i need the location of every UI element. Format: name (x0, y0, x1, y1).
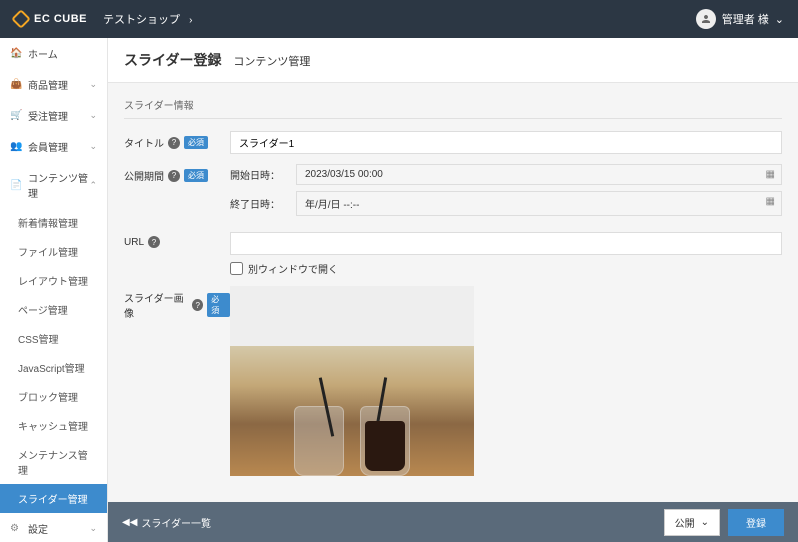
chevron-down-icon: ⌄ (775, 13, 784, 26)
sidebar-item-product[interactable]: 👜商品管理⌄ (0, 69, 107, 100)
cart-icon: 🛒 (10, 110, 22, 121)
user-menu[interactable]: 管理者 様 ⌄ (696, 9, 784, 29)
sidebar-sub-slider[interactable]: スライダー管理 (0, 484, 107, 513)
sidebar-sub-news[interactable]: 新着情報管理 (0, 208, 107, 237)
avatar-icon (696, 9, 716, 29)
start-date-label: 開始日時： (230, 167, 284, 182)
label-url: URL ? (124, 232, 230, 248)
sidebar-item-member[interactable]: 👥会員管理⌄ (0, 131, 107, 162)
required-badge: 必須 (184, 136, 208, 149)
end-date-input[interactable]: 年/月/日 --:--▦ (296, 191, 782, 216)
page-header: スライダー登録 コンテンツ管理 (108, 38, 798, 83)
help-icon[interactable]: ? (168, 170, 180, 182)
page-title: スライダー登録 コンテンツ管理 (124, 50, 782, 70)
chevron-down-icon: ⌄ (701, 517, 709, 528)
url-input[interactable] (230, 232, 782, 255)
sidebar-item-order[interactable]: 🛒受注管理⌄ (0, 100, 107, 131)
glass-illustration (360, 406, 410, 476)
bag-icon: 👜 (10, 79, 22, 90)
form-content: スライダー情報 タイトル ? 必須 公開期間 ? 必須 (108, 83, 798, 483)
main-panel: スライダー登録 コンテンツ管理 スライダー情報 タイトル ? 必須 公開期間 (108, 38, 798, 542)
label-publish: 公開期間 ? 必須 (124, 164, 230, 183)
chevron-right-icon: › (189, 15, 192, 26)
section-header: スライダー情報 (124, 97, 782, 119)
sidebar: 🏠ホーム 👜商品管理⌄ 🛒受注管理⌄ 👥会員管理⌄ 📄コンテンツ管理⌃ 新着情報… (0, 38, 108, 542)
image-placeholder-top (230, 286, 474, 346)
home-icon: 🏠 (10, 48, 22, 59)
sidebar-sub-maintenance[interactable]: メンテナンス管理 (0, 440, 107, 484)
help-icon[interactable]: ? (148, 236, 160, 248)
end-date-label: 終了日時： (230, 196, 284, 211)
new-window-checkbox[interactable] (230, 262, 243, 275)
publish-select[interactable]: 公開 ⌄ (664, 509, 720, 536)
sidebar-sub-css[interactable]: CSS管理 (0, 324, 107, 353)
back-link[interactable]: ◀◀ スライダー一覧 (122, 515, 211, 530)
sidebar-sub-layout[interactable]: レイアウト管理 (0, 266, 107, 295)
label-title: タイトル ? 必須 (124, 131, 230, 150)
help-icon[interactable]: ? (192, 299, 203, 311)
sidebar-item-content[interactable]: 📄コンテンツ管理⌃ (0, 162, 107, 208)
required-badge: 必須 (184, 169, 208, 182)
sidebar-sub-js[interactable]: JavaScript管理 (0, 353, 107, 382)
calendar-icon: ▦ (766, 196, 775, 207)
logo-icon (11, 9, 31, 29)
slider-image (230, 346, 474, 476)
required-badge: 必須 (207, 293, 230, 317)
help-icon[interactable]: ? (168, 137, 180, 149)
sidebar-sub-block[interactable]: ブロック管理 (0, 382, 107, 411)
submit-button[interactable]: 登録 (728, 509, 784, 536)
start-date-input[interactable]: 2023/03/15 00:00▦ (296, 164, 782, 185)
user-name-label: 管理者 様 (722, 11, 769, 27)
file-icon: 📄 (10, 180, 22, 191)
new-window-label: 別ウィンドウで開く (248, 261, 338, 276)
users-icon: 👥 (10, 141, 22, 152)
sidebar-sub-cache[interactable]: キャッシュ管理 (0, 411, 107, 440)
image-preview (230, 286, 474, 476)
double-chevron-left-icon: ◀◀ (122, 517, 137, 528)
label-image: スライダー画像 ? 必須 (124, 286, 230, 320)
calendar-icon: ▦ (766, 169, 775, 180)
glass-illustration (294, 406, 344, 476)
sidebar-item-home[interactable]: 🏠ホーム (0, 38, 107, 69)
shop-name-label: テストショップ (103, 14, 180, 26)
shop-selector[interactable]: テストショップ › (103, 11, 192, 27)
sidebar-sub-file[interactable]: ファイル管理 (0, 237, 107, 266)
title-input[interactable] (230, 131, 782, 154)
bottom-bar: ◀◀ スライダー一覧 公開 ⌄ 登録 (108, 502, 798, 542)
sidebar-item-settings[interactable]: ⚙設定⌄ (0, 513, 107, 542)
brand-logo[interactable]: EC CUBE (14, 12, 87, 26)
brand-text: EC CUBE (34, 13, 87, 25)
gear-icon: ⚙ (10, 523, 22, 534)
top-bar: EC CUBE テストショップ › 管理者 様 ⌄ (0, 0, 798, 38)
sidebar-sub-page[interactable]: ページ管理 (0, 295, 107, 324)
